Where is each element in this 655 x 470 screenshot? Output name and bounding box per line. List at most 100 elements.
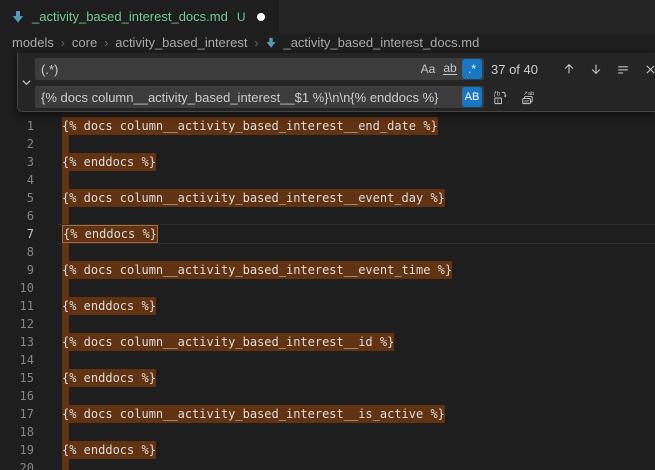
line-number: 2 <box>0 135 34 153</box>
breadcrumb-item-models[interactable]: models <box>12 35 54 50</box>
regex-button[interactable]: .* <box>462 59 482 79</box>
code-line[interactable]: 7{% enddocs %} <box>0 225 655 243</box>
line-content: {% enddocs %} <box>58 369 655 387</box>
find-match-highlight: {% enddocs %} <box>62 369 156 387</box>
code-line[interactable]: 19 {% enddocs %} <box>0 441 655 459</box>
vscode-window: _activity_based_interest_docs.md U model… <box>0 0 655 470</box>
find-match-highlight: {% docs column__activity_based_interest_… <box>62 405 445 423</box>
code-line[interactable]: 6 <box>0 207 655 225</box>
find-in-selection-icon[interactable] <box>613 59 633 79</box>
breadcrumb-file-label: _activity_based_interest_docs.md <box>283 35 479 50</box>
code-line[interactable]: 15{% enddocs %} <box>0 369 655 387</box>
line-content <box>58 207 655 225</box>
line-content: {% enddocs %} <box>58 224 655 244</box>
replace-button[interactable]: ƒb c <box>490 87 510 107</box>
empty-line-match-highlight <box>62 387 69 405</box>
code-line[interactable]: 20 <box>0 459 655 470</box>
line-content <box>58 135 655 153</box>
find-query: (.*) <box>41 62 418 77</box>
line-content: {% docs column__activity_based_interest_… <box>58 189 655 207</box>
code-line[interactable]: 5 {% docs column__activity_based_interest… <box>0 189 655 207</box>
toggle-replace-button[interactable] <box>19 53 34 111</box>
line-number: 3 <box>0 153 34 171</box>
replace-all-button[interactable]: ↗ab ac <box>517 87 537 107</box>
breadcrumb-item-file[interactable]: _activity_based_interest_docs.md <box>265 35 479 50</box>
find-match-highlight: {% enddocs %} <box>62 441 156 459</box>
code-line[interactable]: 18 <box>0 423 655 441</box>
line-content: {% enddocs %} <box>58 297 655 315</box>
chevron-right-icon: › <box>61 36 65 50</box>
code-line[interactable]: 16 <box>0 387 655 405</box>
line-number: 17 <box>0 405 34 423</box>
line-number: 8 <box>0 243 34 261</box>
find-replace-widget: (.*) Aa ab .* 37 of 40 <box>17 53 655 112</box>
empty-line-match-highlight <box>62 171 69 189</box>
breadcrumb: models › core › activity_based_interest … <box>0 33 655 52</box>
find-match-highlight: {% docs column__activity_based_interest_… <box>62 117 438 135</box>
preserve-case-button[interactable]: AB <box>462 87 482 107</box>
find-match-highlight: {% docs column__activity_based_interest_… <box>62 333 394 351</box>
code-line[interactable]: 13 {% docs column__activity_based_interes… <box>0 333 655 351</box>
replace-input[interactable]: {% docs column__activity_based_interest_… <box>35 86 484 108</box>
code-lines: 1 {% docs column__activity_based_interest… <box>0 117 655 470</box>
line-number: 16 <box>0 387 34 405</box>
line-number: 6 <box>0 207 34 225</box>
match-case-button[interactable]: Aa <box>418 59 438 79</box>
empty-line-match-highlight <box>62 207 69 225</box>
code-line[interactable]: 14 <box>0 351 655 369</box>
line-content: {% docs column__activity_based_interest_… <box>58 333 655 351</box>
line-number: 9 <box>0 261 34 279</box>
code-line[interactable]: 10 <box>0 279 655 297</box>
line-content <box>58 243 655 261</box>
line-number: 1 <box>0 117 34 135</box>
breadcrumb-item-core[interactable]: core <box>72 35 97 50</box>
code-line[interactable]: 11{% enddocs %} <box>0 297 655 315</box>
current-find-match: {% enddocs %} <box>62 225 158 243</box>
code-line[interactable]: 1 {% docs column__activity_based_interest… <box>0 117 655 135</box>
line-number: 5 <box>0 189 34 207</box>
whole-word-button[interactable]: ab <box>440 59 460 79</box>
empty-line-match-highlight <box>62 315 69 333</box>
line-number: 20 <box>0 459 34 470</box>
match-count: 37 of 40 <box>491 62 538 77</box>
editor-pane[interactable]: 1{% docs column__activity_based_interest… <box>0 52 655 470</box>
line-content <box>58 387 655 405</box>
find-input[interactable]: (.*) Aa ab .* <box>35 58 484 80</box>
svg-text:ac: ac <box>524 98 530 103</box>
chevron-right-icon: › <box>254 36 258 50</box>
svg-text:c: c <box>496 98 499 104</box>
editor-tab[interactable]: _activity_based_interest_docs.md U <box>0 0 279 33</box>
line-number: 14 <box>0 351 34 369</box>
line-content <box>58 423 655 441</box>
empty-line-match-highlight <box>62 279 69 297</box>
line-content: {% enddocs %} <box>58 153 655 171</box>
empty-line-match-highlight <box>62 243 69 261</box>
breadcrumb-item-activity-based-interest[interactable]: activity_based_interest <box>115 35 247 50</box>
line-content <box>58 351 655 369</box>
line-content: {% docs column__activity_based_interest_… <box>58 261 655 279</box>
line-content <box>58 171 655 189</box>
tab-filename: _activity_based_interest_docs.md <box>32 9 228 24</box>
code-line[interactable]: 17 {% docs column__activity_based_interes… <box>0 405 655 423</box>
close-icon[interactable] <box>640 59 655 79</box>
code-line[interactable]: 2 <box>0 135 655 153</box>
empty-line-match-highlight <box>62 459 69 470</box>
code-line[interactable]: 8 <box>0 243 655 261</box>
git-status-badge: U <box>237 10 246 24</box>
code-line[interactable]: 12 <box>0 315 655 333</box>
line-number: 19 <box>0 441 34 459</box>
next-match-button[interactable] <box>586 59 606 79</box>
code-line[interactable]: 3 {% enddocs %} <box>0 153 655 171</box>
code-line[interactable]: 9 {% docs column__activity_based_interest… <box>0 261 655 279</box>
line-number: 13 <box>0 333 34 351</box>
previous-match-button[interactable] <box>559 59 579 79</box>
line-content: {% enddocs %} <box>58 441 655 459</box>
tab-bar: _activity_based_interest_docs.md U <box>0 0 655 33</box>
line-number: 18 <box>0 423 34 441</box>
modified-indicator-dot[interactable] <box>257 13 265 21</box>
code-line[interactable]: 4 <box>0 171 655 189</box>
empty-line-match-highlight <box>62 423 69 441</box>
markdown-file-icon <box>10 9 25 24</box>
line-content <box>58 459 655 470</box>
find-match-highlight: {% docs column__activity_based_interest_… <box>62 261 452 279</box>
